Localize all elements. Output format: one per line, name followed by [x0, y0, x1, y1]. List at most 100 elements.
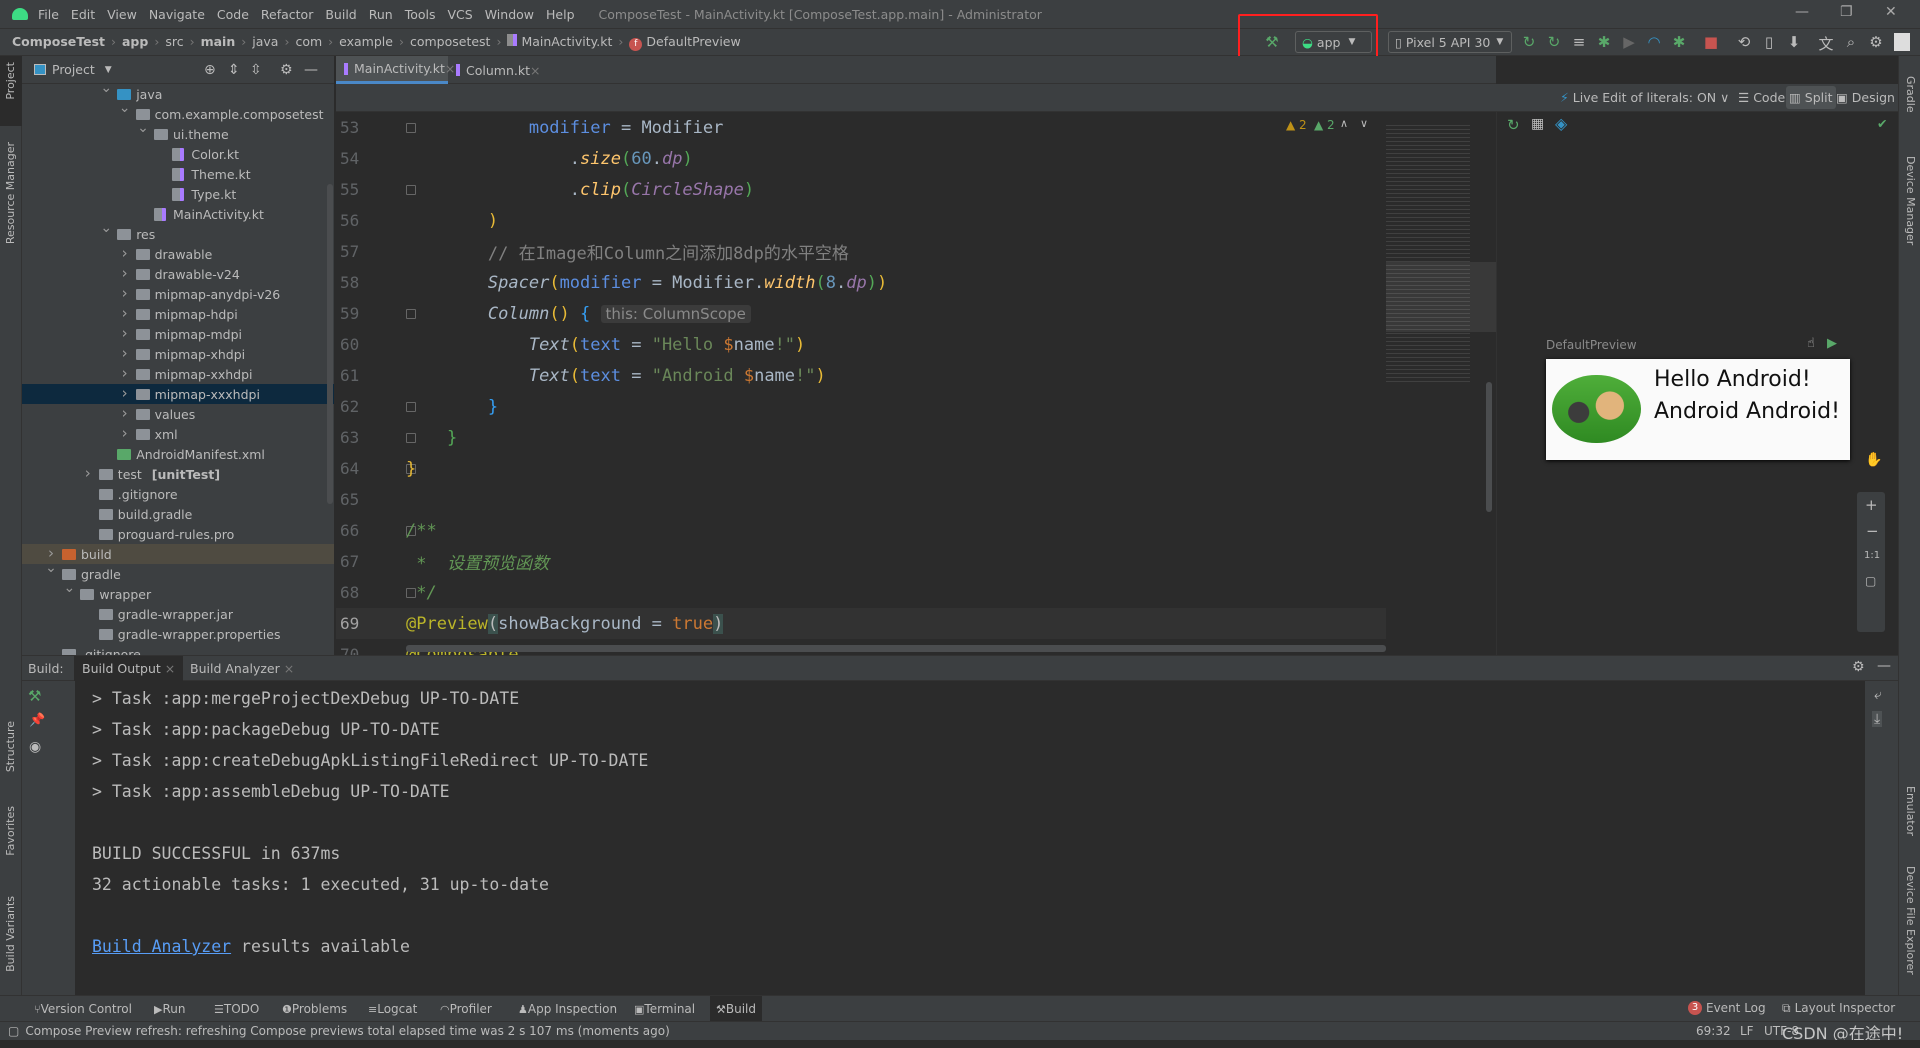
zoom-out-icon[interactable]: − [1866, 522, 1879, 540]
editor-scrollbar[interactable] [1486, 382, 1492, 512]
menu-edit[interactable]: Edit [71, 7, 95, 22]
menu-refactor[interactable]: Refactor [261, 7, 313, 22]
tree-item[interactable]: › mipmap-xxxhdpi [22, 384, 334, 404]
tree-item[interactable]: › xml [22, 424, 334, 444]
layout-inspector-button[interactable]: ⧉ Layout Inspector [1782, 995, 1895, 1021]
tool-window-run[interactable]: ▶ Run [148, 996, 191, 1022]
tree-item[interactable]: Type.kt [22, 184, 334, 204]
tree-item[interactable]: .gitignore [22, 644, 334, 655]
next-highlight-icon[interactable]: ∨ [1360, 117, 1368, 130]
device-manager-tool-button[interactable]: Device Manager [1904, 156, 1917, 245]
resource-manager-tool-button[interactable]: Resource Manager [4, 142, 17, 244]
collapse-all-icon[interactable]: ⇳ [250, 62, 262, 78]
locate-icon[interactable]: ⊕ [204, 62, 216, 78]
layout-icon[interactable]: ▦ [1531, 116, 1544, 132]
menu-window[interactable]: Window [485, 7, 534, 22]
refresh-icon[interactable]: ↻ [1507, 116, 1520, 134]
menu-code[interactable]: Code [217, 7, 249, 22]
code-minimap[interactable]: ▲ 2 ▲ 2 ∧ ∨ [1286, 112, 1496, 655]
breadcrumb-item[interactable]: com [295, 34, 322, 49]
device-dropdown[interactable]: ▯ Pixel 5 API 30 ▼ [1388, 31, 1512, 53]
layers-icon[interactable]: ◈ [1555, 114, 1567, 133]
tool-window-logcat[interactable]: ≡ Logcat [362, 996, 423, 1022]
tool-window-app-inspection[interactable]: ♟ App Inspection [512, 996, 623, 1022]
breadcrumb-item[interactable]: java [252, 34, 278, 49]
tree-item[interactable]: build.gradle [22, 504, 334, 524]
menu-tools[interactable]: Tools [405, 7, 436, 22]
tree-item[interactable]: › values [22, 404, 334, 424]
typo-icon[interactable]: ▲ 2 [1314, 118, 1335, 132]
deploy-preview-icon[interactable]: ▶ [1827, 336, 1837, 351]
pin-icon[interactable]: 📌 [29, 713, 45, 728]
project-view-dropdown[interactable]: Project [52, 62, 95, 77]
sdk-manager-icon[interactable]: ⬇ [1785, 33, 1803, 51]
breadcrumb-item[interactable]: app [122, 34, 148, 49]
chevron-right-icon[interactable]: › [118, 304, 132, 322]
line-separator[interactable]: LF [1740, 1024, 1754, 1038]
tree-item[interactable]: › mipmap-anydpi-v26 [22, 284, 334, 304]
code-editor[interactable]: 53 modifier = Modifier 54 .size(60.dp) 55 … [336, 112, 1386, 655]
status-message[interactable]: Compose Preview refresh: refreshing Comp… [25, 1024, 669, 1038]
chevron-right-icon[interactable]: › [118, 264, 132, 282]
chevron-right-icon[interactable]: › [118, 364, 132, 382]
warning-icon[interactable]: ▲ 2 [1286, 118, 1307, 132]
debug-icon[interactable]: ✱ [1595, 33, 1613, 51]
hide-icon[interactable]: — [304, 62, 318, 78]
view-mode-code[interactable]: ☰ Code [1738, 90, 1785, 105]
breadcrumb-item[interactable]: main [201, 34, 236, 49]
view-mode-split[interactable]: ▥ Split [1786, 86, 1836, 109]
device-manager-icon[interactable]: ▯ [1760, 33, 1778, 51]
avatar[interactable] [1894, 33, 1910, 51]
zoom-actual-icon[interactable]: 1:1 [1864, 550, 1880, 561]
chevron-right-icon[interactable]: › [118, 424, 132, 442]
event-log-button[interactable]: 3 Event Log [1688, 995, 1766, 1021]
translate-icon[interactable]: 文 [1817, 33, 1835, 54]
breadcrumb-item[interactable]: DefaultPreview [646, 34, 740, 49]
build-hammer-icon[interactable]: ⚒ [1263, 33, 1281, 51]
tab-build-analyzer[interactable]: Build Analyzer × [190, 661, 294, 676]
minimize-icon[interactable]: — [1795, 4, 1809, 20]
tree-item[interactable]: › mipmap-hdpi [22, 304, 334, 324]
chevron-right-icon[interactable]: › [118, 384, 132, 402]
menu-help[interactable]: Help [546, 7, 575, 22]
build-hammer-icon[interactable]: ⚒ [28, 687, 41, 705]
interactive-mode-icon[interactable]: ☝ [1807, 336, 1815, 351]
tree-item[interactable]: › build [22, 544, 334, 564]
tree-item[interactable]: › drawable [22, 244, 334, 264]
close-icon[interactable]: ✕ [1885, 4, 1897, 20]
chevron-right-icon[interactable]: › [118, 344, 132, 362]
run-config-dropdown[interactable]: ◒ app ▼ [1295, 31, 1372, 53]
tree-item[interactable]: ⌄ ui.theme [22, 120, 334, 144]
emulator-tool-button[interactable]: Emulator [1904, 786, 1917, 836]
previous-highlight-icon[interactable]: ∧ [1340, 117, 1348, 130]
tool-window-profiler[interactable]: ◠ Profiler [434, 996, 498, 1022]
scroll-to-end-icon[interactable]: ⤓ [1872, 711, 1883, 727]
restore-icon[interactable]: ❐ [1840, 4, 1853, 20]
horizontal-scrollbar[interactable] [406, 645, 1386, 652]
tree-item[interactable]: Color.kt [22, 144, 334, 164]
tab-build-output[interactable]: Build Output × [74, 656, 184, 681]
tree-item[interactable]: › mipmap-xhdpi [22, 344, 334, 364]
gear-icon[interactable]: ⚙ [1867, 33, 1885, 51]
caret-position[interactable]: 69:32 [1696, 1024, 1731, 1038]
gradle-tool-button[interactable]: Gradle [1904, 76, 1917, 113]
menu-run[interactable]: Run [369, 7, 393, 22]
coverage-icon[interactable]: ≡ [1570, 33, 1588, 51]
minimap-viewport[interactable] [1386, 262, 1496, 332]
favorites-tool-button[interactable]: Favorites [4, 806, 17, 856]
toggle-tool-windows-icon[interactable]: ▢ [8, 1024, 19, 1038]
tree-item[interactable]: AndroidManifest.xml [22, 444, 334, 464]
menu-build[interactable]: Build [325, 7, 356, 22]
profile-icon[interactable]: ◠ [1645, 33, 1663, 51]
chevron-right-icon[interactable]: › [118, 284, 132, 302]
view-mode-design[interactable]: ▣ Design [1836, 90, 1895, 105]
build-analyzer-link[interactable]: Build Analyzer [92, 937, 231, 956]
tree-item[interactable]: proguard-rules.pro [22, 524, 334, 544]
build-output-console[interactable]: > Task :app:mergeProjectDexDebug UP-TO-D… [75, 681, 1865, 995]
eye-icon[interactable]: ◉ [29, 739, 41, 755]
chevron-right-icon[interactable]: › [118, 324, 132, 342]
build-variants-tool-button[interactable]: Build Variants [4, 896, 17, 972]
tool-window-build[interactable]: ⚒ Build [710, 996, 762, 1022]
gear-icon[interactable]: ⚙ [280, 62, 293, 78]
apply-changes-restart-icon[interactable]: ↻ [1520, 33, 1538, 51]
